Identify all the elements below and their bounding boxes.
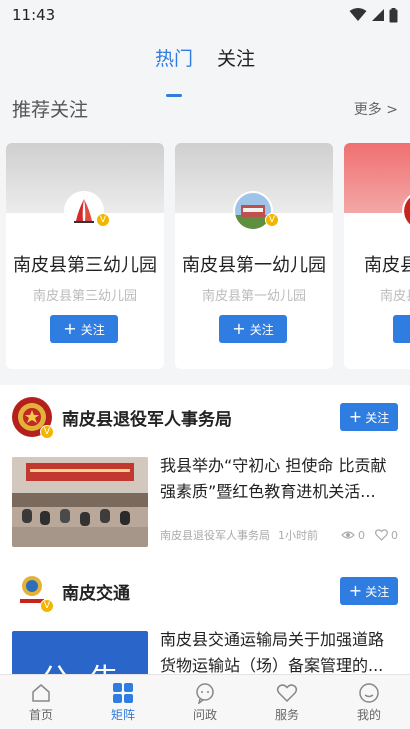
tab-following[interactable]: 关注 bbox=[217, 40, 255, 85]
recommend-carousel[interactable]: V 南皮县第三幼儿园 南皮县第三幼儿园 + 关注 V 南皮县第一幼儿园 南皮县第… bbox=[6, 143, 410, 371]
follow-button[interactable]: + 关注 bbox=[219, 315, 287, 343]
nav-inquiry[interactable]: 问政 bbox=[164, 675, 246, 729]
article-item[interactable]: 公 告 南皮县交通运输局关于加强道路货物运输站（场）备案管理的... bbox=[12, 630, 398, 675]
follow-label: 关注 bbox=[249, 322, 274, 337]
follow-button[interactable]: + bbox=[393, 315, 410, 343]
meeting-photo-icon bbox=[12, 457, 148, 547]
nav-profile-label: 我的 bbox=[356, 707, 381, 722]
signal-icon bbox=[372, 9, 384, 21]
org-name: 南皮县退役军人事务局 bbox=[62, 409, 232, 430]
nav-service-label: 服务 bbox=[274, 707, 299, 722]
recommend-title: 推荐关注 bbox=[12, 99, 89, 121]
follow-label: 关注 bbox=[80, 322, 105, 337]
follow-button[interactable]: + 关注 bbox=[340, 403, 398, 431]
card-name: 南皮县第一幼儿园 bbox=[182, 255, 326, 276]
nav-profile[interactable]: 我的 bbox=[328, 675, 410, 729]
nav-service[interactable]: 服务 bbox=[246, 675, 328, 729]
follow-label: 关注 bbox=[365, 584, 390, 599]
battery-icon bbox=[389, 7, 398, 22]
verified-badge-icon: V bbox=[96, 213, 110, 227]
tab-hot-label: 热门 bbox=[154, 48, 193, 70]
card-subtitle: 南皮县第一幼儿园 bbox=[201, 289, 306, 304]
recommend-card[interactable]: V 南皮县第三幼儿园 南皮县第三幼儿园 + 关注 bbox=[6, 143, 164, 369]
chat-icon bbox=[196, 682, 214, 704]
verified-badge-icon: V bbox=[40, 425, 54, 439]
recommend-header: 推荐关注 更多 > bbox=[12, 95, 398, 122]
status-icons bbox=[349, 7, 398, 23]
nav-matrix-label: 矩阵 bbox=[110, 707, 135, 722]
heart-outline-icon bbox=[375, 529, 388, 541]
top-tabs: 热门 关注 bbox=[0, 40, 410, 97]
nav-home-label: 首页 bbox=[28, 707, 53, 722]
like-count[interactable]: 0 bbox=[375, 529, 398, 542]
tab-hot[interactable]: 热门 bbox=[154, 40, 193, 97]
org-header[interactable]: V 南皮县退役军人事务局 + 关注 bbox=[12, 395, 398, 439]
eye-icon bbox=[341, 531, 355, 539]
nav-matrix[interactable]: 矩阵 bbox=[82, 675, 164, 729]
follow-button[interactable]: + 关注 bbox=[50, 315, 118, 343]
avatar: V bbox=[12, 571, 54, 613]
more-link[interactable]: 更多 > bbox=[354, 99, 398, 119]
recommend-card[interactable]: V 南皮县第一幼儿园 南皮县第一幼儿园 + 关注 bbox=[175, 143, 333, 369]
like-count-value: 0 bbox=[391, 528, 398, 542]
verified-badge-icon: V bbox=[265, 213, 279, 227]
bottom-nav: 首页 矩阵 问政 服务 我的 bbox=[0, 674, 410, 729]
home-icon bbox=[32, 683, 50, 702]
status-time: 11:43 bbox=[12, 6, 56, 24]
follow-button[interactable]: + 关注 bbox=[340, 577, 398, 605]
plus-icon: + bbox=[348, 407, 363, 426]
wifi-icon bbox=[349, 8, 367, 21]
plus-icon: + bbox=[63, 319, 77, 338]
feed-list: V 南皮县退役军人事务局 + 关注 我县举办“守初心 担使命 比贡献 强素质”暨… bbox=[0, 385, 410, 675]
article-meta: 南皮县退役军人事务局 1小时前 0 0 bbox=[160, 527, 398, 543]
article-time: 1小时前 bbox=[278, 529, 318, 542]
thumbnail-text: 公 告 bbox=[40, 655, 119, 675]
card-subtitle: 南皮县第三幼儿园 bbox=[32, 289, 137, 304]
view-count: 0 bbox=[341, 529, 365, 542]
tab-following-label: 关注 bbox=[217, 48, 256, 70]
article-thumbnail: 公 告 bbox=[12, 631, 148, 675]
heart-icon bbox=[276, 683, 298, 702]
org-logo-icon bbox=[404, 197, 410, 225]
card-banner bbox=[344, 143, 410, 213]
article-title: 南皮县交通运输局关于加强道路货物运输站（场）备案管理的... bbox=[160, 630, 385, 675]
view-count-value: 0 bbox=[358, 528, 365, 542]
verified-badge-icon: V bbox=[40, 599, 54, 613]
card-subtitle: 南皮县 bbox=[380, 289, 410, 304]
article-item[interactable]: 我县举办“守初心 担使命 比贡献 强素质”暨红色教育进机关活... 南皮县退役军… bbox=[12, 456, 398, 549]
org-name: 南皮交通 bbox=[62, 583, 130, 604]
card-name: 南皮县第三幼儿园 bbox=[13, 255, 157, 276]
matrix-icon bbox=[113, 682, 133, 703]
article-title: 我县举办“守初心 担使命 比贡献 强素质”暨红色教育进机关活... bbox=[160, 456, 387, 501]
status-bar: 11:43 bbox=[0, 0, 410, 30]
article-source: 南皮县退役军人事务局 bbox=[160, 529, 270, 542]
avatar: V bbox=[12, 397, 54, 439]
nav-home[interactable]: 首页 bbox=[0, 675, 82, 729]
nav-inquiry-label: 问政 bbox=[192, 707, 217, 722]
plus-icon: + bbox=[232, 319, 246, 338]
card-name: 南皮县 bbox=[364, 255, 410, 276]
article-thumbnail bbox=[12, 457, 148, 547]
plus-icon: + bbox=[348, 581, 363, 600]
follow-label: 关注 bbox=[365, 410, 390, 425]
profile-icon bbox=[359, 682, 379, 703]
org-header[interactable]: V 南皮交通 + 关注 bbox=[12, 569, 398, 613]
recommend-card[interactable]: 南皮县 南皮县 + bbox=[344, 143, 410, 369]
